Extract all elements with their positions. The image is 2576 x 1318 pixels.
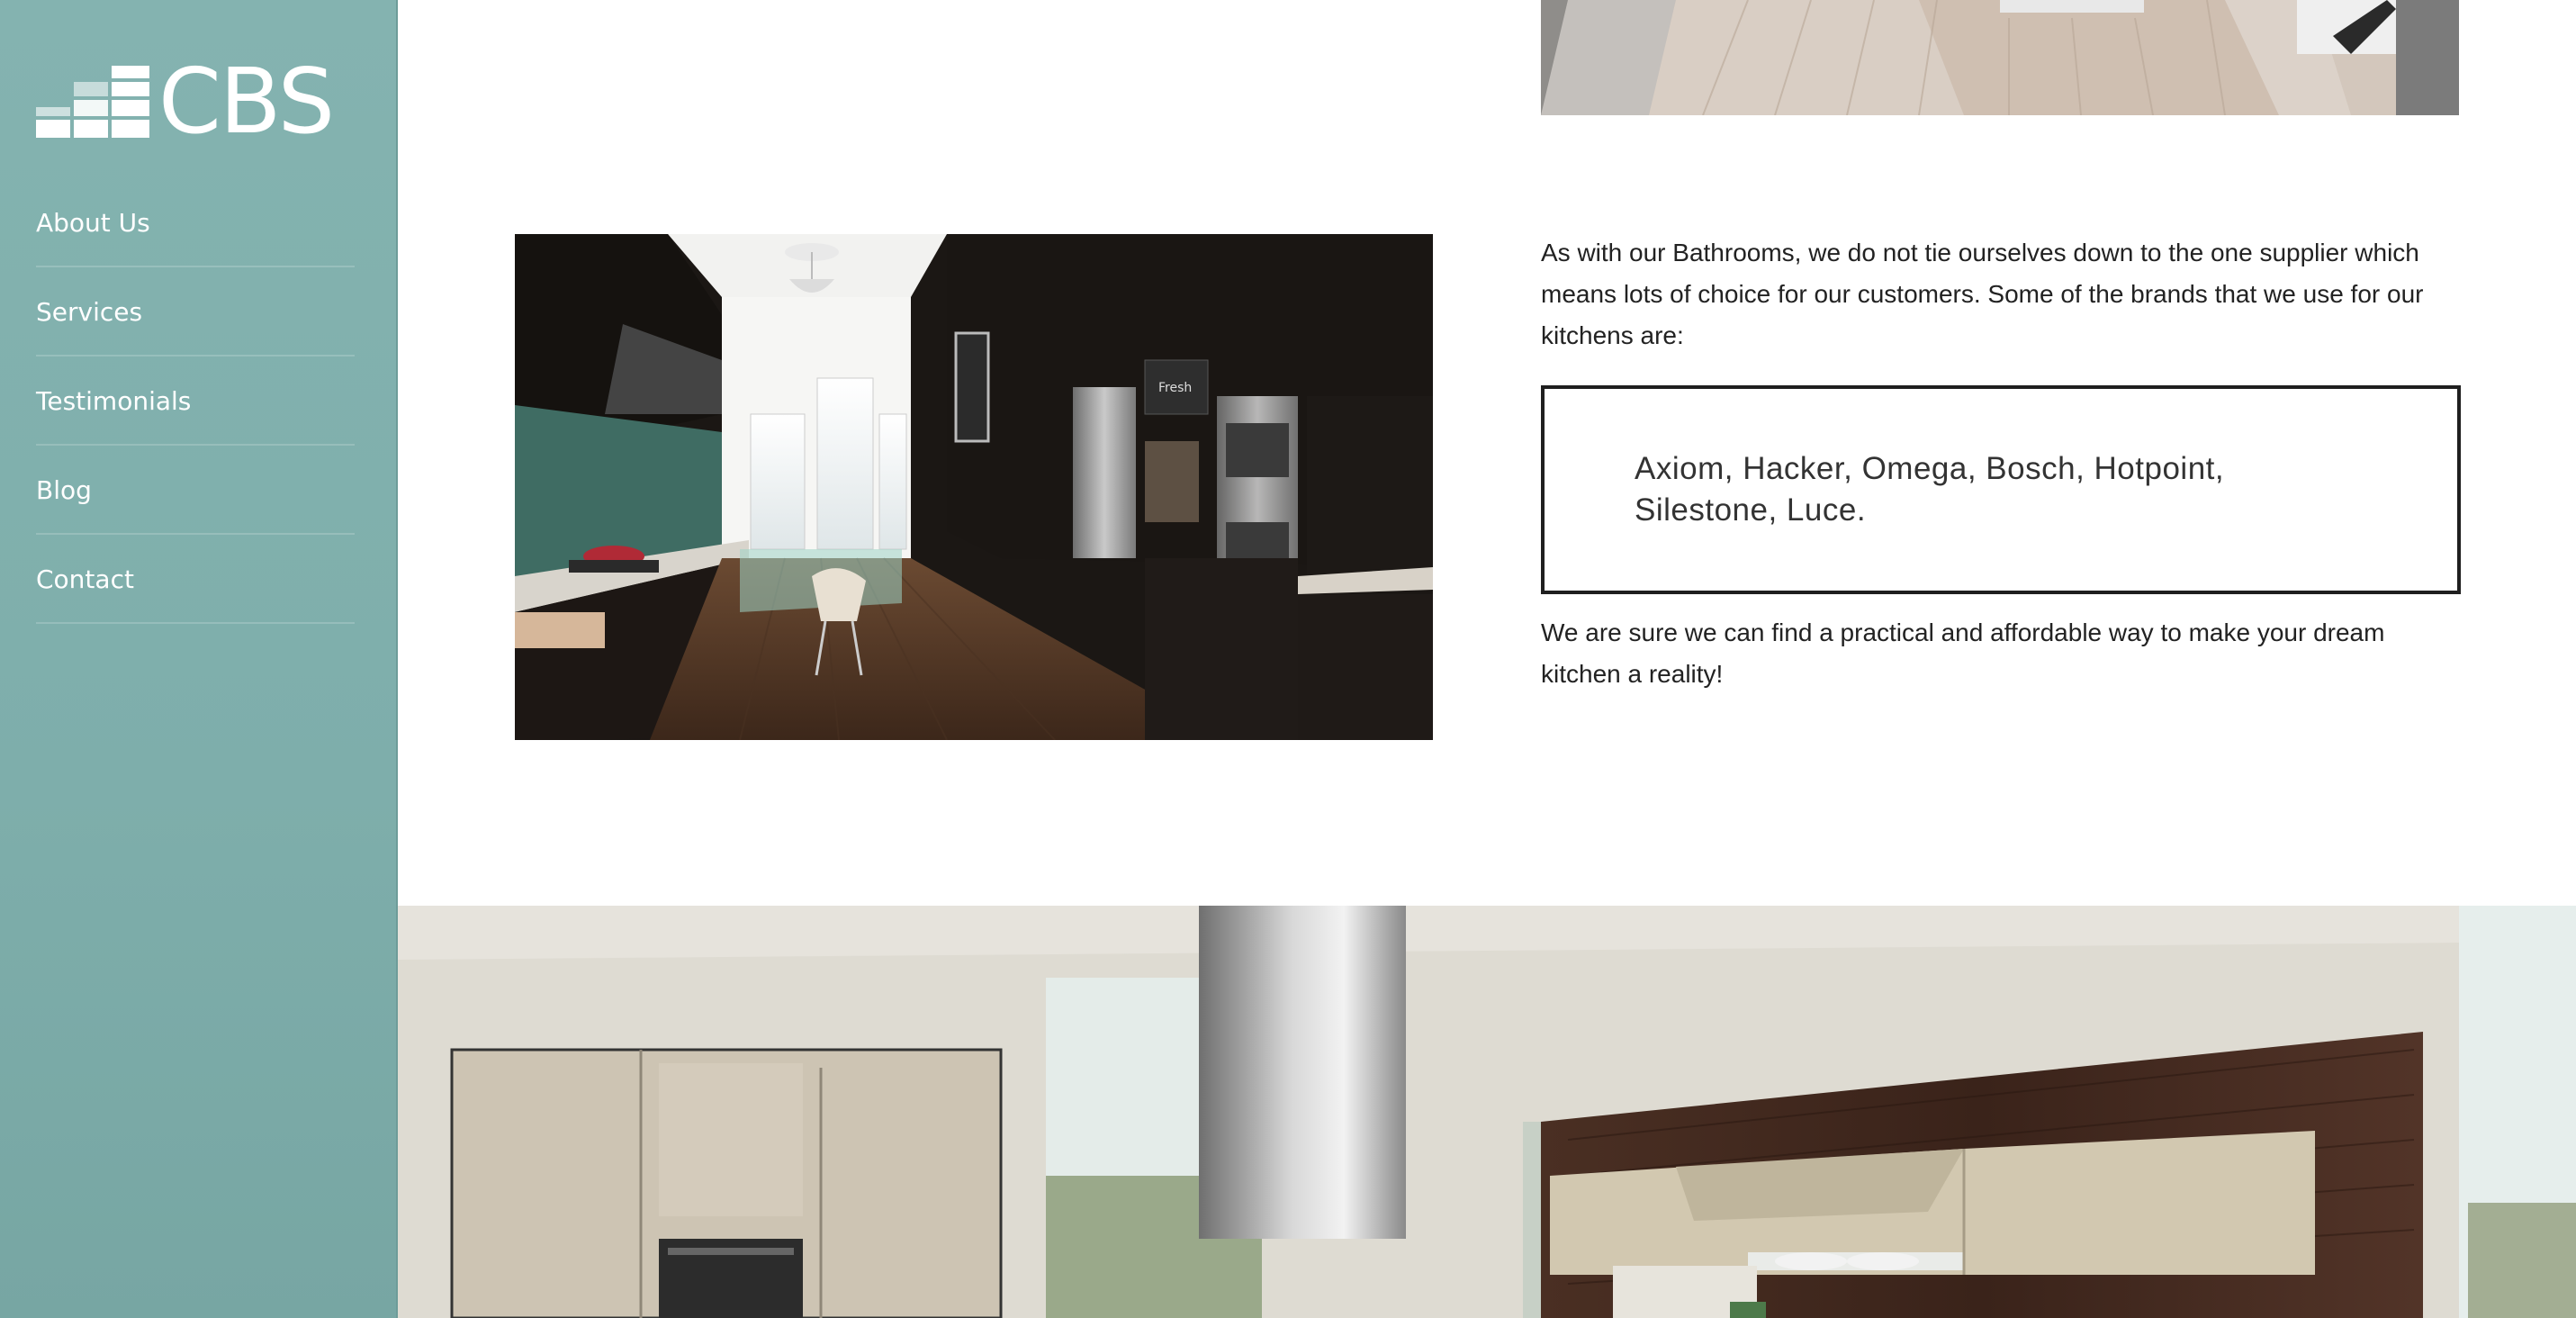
kitchen-brands-section: As with our Bathrooms, we do not tie our… (1541, 232, 2461, 695)
dark-kitchen-image: Fresh (515, 234, 1433, 740)
main-content: Fresh As with our Bathrooms, we do not t… (398, 0, 2576, 1318)
nav-item-testimonials[interactable]: Testimonials (36, 357, 355, 446)
logo-bars-icon (36, 66, 149, 138)
sidebar-nav: About Us Services Testimonials Blog Cont… (36, 178, 355, 624)
logo[interactable]: CBS (36, 49, 360, 154)
kitchen-floor-image (1541, 0, 2459, 115)
intro-paragraph: As with our Bathrooms, we do not tie our… (1541, 239, 2424, 349)
closing-paragraph: We are sure we can find a practical and … (1541, 618, 2385, 688)
nav-item-contact[interactable]: Contact (36, 535, 355, 624)
sidebar: CBS About Us Services Testimonials Blog … (0, 0, 398, 1318)
modern-kitchen-illustration (398, 906, 2576, 1318)
kitchen-floor-illustration (1541, 0, 2459, 115)
dark-kitchen-illustration: Fresh (515, 234, 1433, 740)
brands-box: Axiom, Hacker, Omega, Bosch, Hotpoint, S… (1541, 385, 2461, 594)
logo-text: CBS (158, 49, 335, 154)
nav-item-blog[interactable]: Blog (36, 446, 355, 535)
svg-text:Fresh: Fresh (1158, 381, 1192, 395)
nav-item-about-us[interactable]: About Us (36, 178, 355, 267)
modern-kitchen-image (398, 906, 2576, 1318)
brands-list: Axiom, Hacker, Omega, Bosch, Hotpoint, S… (1635, 451, 2225, 528)
nav-item-services[interactable]: Services (36, 267, 355, 357)
